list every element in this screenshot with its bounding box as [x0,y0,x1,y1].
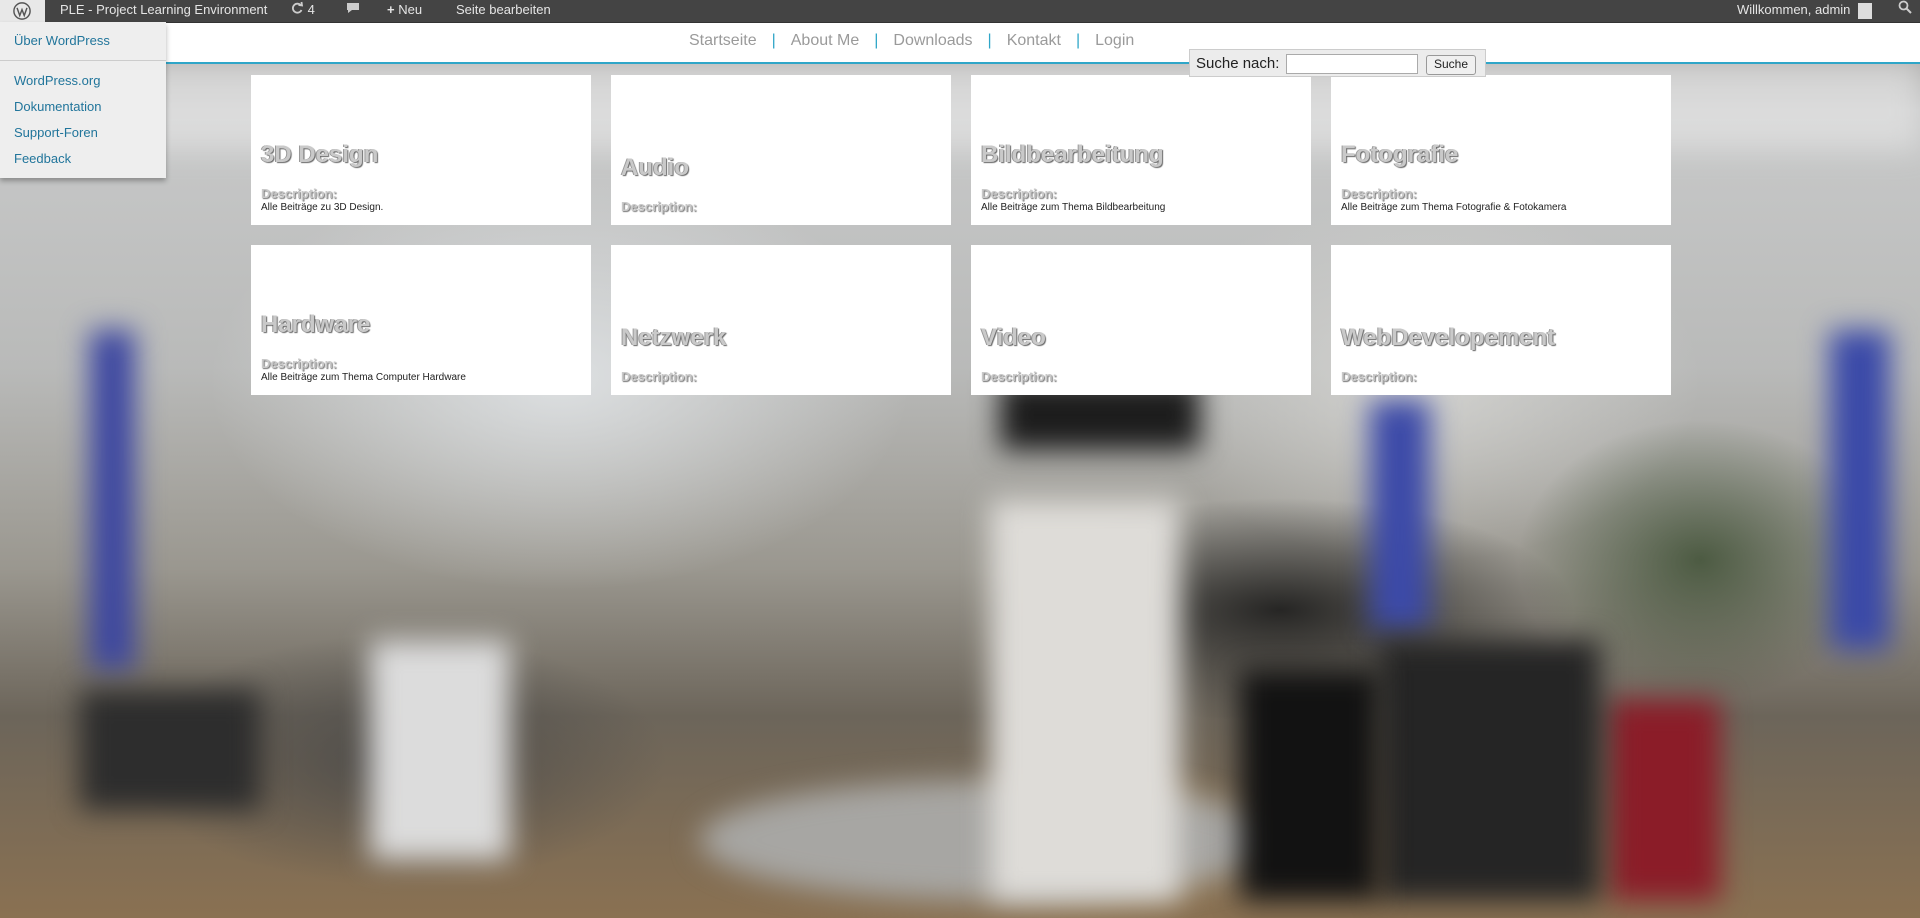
about-wordpress-link[interactable]: Über WordPress [14,33,110,48]
search-submit-button[interactable]: Suche [1426,55,1476,75]
category-card-audio[interactable]: Audio Description: [611,75,951,225]
card-description-label: Description: [621,369,697,384]
site-name-link[interactable]: PLE - Project Learning Environment [60,0,267,22]
comments-button[interactable] [345,0,361,22]
card-description: Alle Beiträge zum Thema Bildbearbeitung [981,202,1166,213]
nav-item-login[interactable]: Login [1095,32,1134,49]
category-card-bildbearbeitung[interactable]: Bildbearbeitung Description: Alle Beiträ… [971,75,1311,225]
category-card-hardware[interactable]: Hardware Description: Alle Beiträge zum … [251,245,591,395]
plus-icon: + [387,2,395,17]
card-title: Hardware [261,311,371,338]
card-title: Audio [621,154,689,181]
nav-separator: | [1075,32,1081,49]
admin-bar: PLE - Project Learning Environment 4 + N… [0,0,1920,23]
card-description-label: Description: [1341,369,1417,384]
category-card-fotografie[interactable]: Fotografie Description: Alle Beiträge zu… [1331,75,1671,225]
updates-button[interactable]: 4 [290,0,315,22]
card-description-label: Description: [261,186,337,201]
main-navigation: Startseite | About Me | Downloads | Kontakt | Lo… [689,32,1134,50]
search-icon [1898,0,1912,17]
search-toggle-button[interactable] [1898,0,1912,22]
card-description-label: Description: [981,186,1057,201]
nav-separator: | [771,32,776,49]
card-description: Alle Beiträge zum Thema Fotografie & Fot… [1341,202,1567,213]
card-description-label: Description: [1341,186,1417,201]
my-account-menu[interactable]: Willkommen, admin [1737,0,1873,22]
support-forums-link[interactable]: Support-Foren [14,125,98,140]
category-card-netzwerk[interactable]: Netzwerk Description: [611,245,951,395]
nav-item-about-me[interactable]: About Me [791,32,859,49]
nav-separator: | [874,32,879,49]
new-content-button[interactable]: + Neu [387,0,422,22]
edit-page-link[interactable]: Seite bearbeiten [456,0,551,22]
wordpress-org-link[interactable]: WordPress.org [14,73,100,88]
documentation-link[interactable]: Dokumentation [14,99,101,114]
card-description-label: Description: [621,199,697,214]
category-card-3d-design[interactable]: 3D Design Description: Alle Beiträge zu … [251,75,591,225]
search-label: Suche nach: [1196,55,1280,72]
avatar [1858,2,1873,19]
nav-item-kontakt[interactable]: Kontakt [1007,32,1061,49]
nav-item-downloads[interactable]: Downloads [893,32,972,49]
card-title: Bildbearbeitung [981,141,1164,168]
feedback-link[interactable]: Feedback [14,151,71,166]
welcome-text: Willkommen, admin [1737,2,1851,17]
card-title: WebDevelopement [1341,324,1556,351]
wordpress-logo-button[interactable] [0,0,45,22]
card-description-label: Description: [981,369,1057,384]
site-header: Startseite | About Me | Downloads | Kontakt | Lo… [0,22,1920,64]
category-card-video[interactable]: Video Description: [971,245,1311,395]
card-title: Fotografie [1341,141,1459,168]
category-card-webdevelopement[interactable]: WebDevelopement Description: [1331,245,1671,395]
new-label: Neu [398,2,423,17]
nav-item-startseite[interactable]: Startseite [689,32,757,49]
card-description: Alle Beiträge zum Thema Computer Hardwar… [261,372,466,383]
card-title: Netzwerk [621,324,727,351]
wordpress-icon [13,2,31,20]
card-title: Video [981,324,1046,351]
refresh-icon [290,1,304,21]
nav-separator: | [987,32,992,49]
comment-bubble-icon [345,1,361,21]
updates-count: 4 [307,2,315,17]
search-input[interactable] [1286,54,1418,74]
search-form: Suche nach: Suche [1189,49,1486,77]
card-description: Alle Beiträge zu 3D Design. [261,202,384,213]
card-description-label: Description: [261,356,337,371]
card-title: 3D Design [261,141,379,168]
wordpress-dropdown-menu: Über WordPress WordPress.org Dokumentati… [0,22,166,178]
